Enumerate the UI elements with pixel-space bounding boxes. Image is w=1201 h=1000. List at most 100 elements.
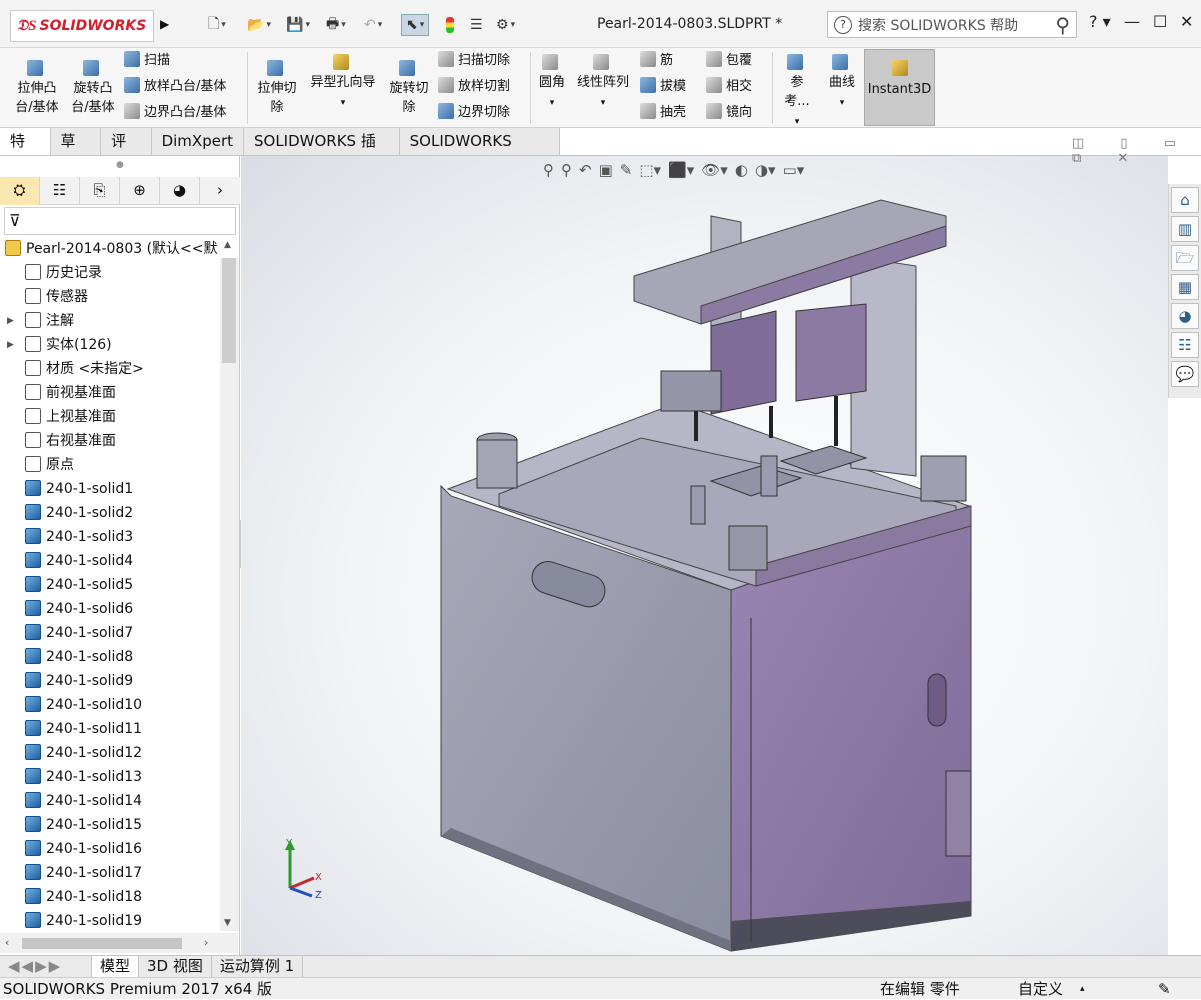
file-properties-icon[interactable]: ☰ (470, 14, 483, 36)
save-button[interactable]: 💾 ▾ (286, 14, 310, 36)
tree-item-history[interactable]: 历史记录 (0, 261, 220, 285)
swept-cut-button[interactable]: 扫描切除 (438, 51, 510, 70)
scroll-up-icon[interactable]: ▲ (224, 240, 231, 250)
scroll-left-icon[interactable]: ‹ (5, 936, 9, 949)
tree-item-solid[interactable]: 240-1-solid8 (0, 645, 220, 669)
tree-filter-input[interactable]: ⊽ (4, 207, 236, 235)
tab-mbd[interactable]: SOLIDWORKS MBD (400, 128, 561, 177)
revolve-cut-button[interactable]: 旋转切除 (386, 60, 432, 117)
tree-item-solid-bodies[interactable]: ▶ 实体(126) (0, 333, 220, 357)
tab-motion-study[interactable]: 运动算例 1 (212, 956, 304, 977)
draft-button[interactable]: 拔模 (640, 77, 686, 96)
tree-item-solid[interactable]: 240-1-solid1 (0, 477, 220, 501)
tree-item-solid[interactable]: 240-1-solid12 (0, 741, 220, 765)
tree-item-origin[interactable]: 原点 (0, 453, 220, 477)
home-icon[interactable]: ⌂ (1171, 187, 1199, 213)
tree-item-plane[interactable]: 前视基准面 (0, 381, 220, 405)
wrap-button[interactable]: 包覆 (706, 51, 752, 70)
extrude-cut-button[interactable]: 拉伸切除 (255, 60, 299, 117)
tab-3d-view[interactable]: 3D 视图 (139, 956, 212, 977)
menu-expand-icon[interactable]: ▶ (160, 17, 169, 31)
display-manager-tab-icon[interactable]: ◕ (160, 177, 200, 205)
tree-item-plane[interactable]: 右视基准面 (0, 429, 220, 453)
new-document-button[interactable]: 🗋 ▾ (208, 14, 226, 36)
tab-evaluate[interactable]: 评估 (101, 128, 152, 177)
tab-scroll-arrows-icon[interactable]: ◀◀▶▶ (0, 956, 92, 977)
boundary-cut-button[interactable]: 边界切除 (438, 103, 510, 122)
maximize-button[interactable]: ☐ (1153, 12, 1167, 31)
tree-item-solid[interactable]: 240-1-solid18 (0, 885, 220, 909)
dropdown-icon[interactable]: ▾ (840, 98, 845, 108)
dropdown-icon[interactable]: ▾ (601, 98, 606, 108)
linear-pattern-button[interactable]: 线性阵列 ▾ (574, 54, 632, 113)
dropdown-icon[interactable]: ▾ (341, 98, 346, 108)
tree-item-solid[interactable]: 240-1-solid13 (0, 765, 220, 789)
panel-grip-icon[interactable]: ● (116, 160, 124, 170)
tree-item-solid[interactable]: 240-1-solid9 (0, 669, 220, 693)
tree-item-solid[interactable]: 240-1-solid4 (0, 549, 220, 573)
reference-geometry-button[interactable]: 参考... ▾ (779, 54, 815, 132)
tree-item-solid[interactable]: 240-1-solid16 (0, 837, 220, 861)
lofted-cut-button[interactable]: 放样切割 (438, 77, 510, 96)
tab-features[interactable]: 特征 (0, 128, 51, 177)
rebuild-status-icon[interactable]: ✎ (1158, 978, 1171, 1000)
boundary-boss-button[interactable]: 边界凸台/基体 (124, 103, 226, 122)
custom-properties-icon[interactable]: ☷ (1171, 332, 1199, 358)
units-selector[interactable]: 自定义 (1018, 978, 1063, 1000)
solidworks-logo[interactable]: 𝔇S SOLIDWORKS (10, 10, 154, 42)
shell-button[interactable]: 抽壳 (640, 103, 686, 122)
units-dropdown-icon[interactable]: ▴ (1080, 978, 1085, 1000)
scroll-down-icon[interactable]: ▼ (224, 918, 231, 928)
tree-item-solid[interactable]: 240-1-solid11 (0, 717, 220, 741)
rib-button[interactable]: 筋 (640, 51, 673, 70)
hole-wizard-button[interactable]: 异型孔向导 ▾ (306, 54, 380, 113)
help-button[interactable]: ? ▾ (1089, 12, 1111, 31)
expand-arrow-icon[interactable]: ▶ (7, 309, 14, 333)
open-button[interactable]: 📂 ▾ (247, 14, 271, 36)
rebuild-icon[interactable] (446, 14, 454, 36)
mirror-button[interactable]: 镜向 (706, 103, 752, 122)
expand-arrow-icon[interactable]: ▶ (7, 333, 14, 357)
tree-item-solid[interactable]: 240-1-solid3 (0, 525, 220, 549)
tree-item-solid[interactable]: 240-1-solid15 (0, 813, 220, 837)
minimize-button[interactable]: — (1124, 12, 1140, 31)
design-library-icon[interactable]: ▥ (1171, 216, 1199, 242)
machine-3d-model[interactable] (241, 156, 1168, 955)
help-search-input[interactable]: ? 搜索 SOLIDWORKS 帮助 ⚲ (827, 11, 1077, 38)
tree-item-material[interactable]: 材质 <未指定> (0, 357, 220, 381)
tree-scroll-thumb[interactable] (222, 258, 236, 363)
feature-tree-tab-icon[interactable]: ⛭ (0, 177, 40, 205)
tree-item-solid[interactable]: 240-1-solid6 (0, 597, 220, 621)
file-explorer-icon[interactable]: 🗁 (1171, 245, 1199, 271)
tab-addins[interactable]: SOLIDWORKS 插件 (244, 128, 400, 177)
dropdown-icon[interactable]: ▾ (550, 98, 555, 108)
tree-item-annotation[interactable]: ▶ 注解 (0, 309, 220, 333)
panel-scroll-right-icon[interactable]: › (200, 177, 240, 205)
view-palette-icon[interactable]: ▦ (1171, 274, 1199, 300)
appearances-icon[interactable]: ◕ (1171, 303, 1199, 329)
print-button[interactable]: 🖶 ▾ (326, 14, 346, 36)
undo-button[interactable]: ↶ ▾ (364, 14, 382, 36)
tree-item-sensor[interactable]: 传感器 (0, 285, 220, 309)
loft-boss-button[interactable]: 放样凸台/基体 (124, 77, 226, 96)
options-gear-icon[interactable]: ⚙ ▾ (496, 14, 515, 36)
dropdown-icon[interactable]: ▾ (795, 117, 800, 127)
tree-hscroll-thumb[interactable] (22, 938, 182, 949)
tree-item-solid[interactable]: 240-1-solid5 (0, 573, 220, 597)
tree-root-part[interactable]: Pearl-2014-0803 (默认<<默 (0, 237, 220, 261)
tree-item-solid[interactable]: 240-1-solid14 (0, 789, 220, 813)
dimxpert-tab-icon[interactable]: ⊕ (120, 177, 160, 205)
fillet-button[interactable]: 圆角 ▾ (537, 54, 567, 113)
intersect-button[interactable]: 相交 (706, 77, 752, 96)
select-button[interactable]: ⬉ ▾ (401, 14, 430, 36)
revolve-boss-button[interactable]: 旋转凸 台/基体 (68, 60, 118, 117)
extrude-boss-button[interactable]: 拉伸凸 台/基体 (12, 60, 62, 117)
sweep-button[interactable]: 扫描 (124, 51, 170, 70)
tree-item-plane[interactable]: 上视基准面 (0, 405, 220, 429)
tree-item-solid[interactable]: 240-1-solid19 (0, 909, 220, 930)
search-icon[interactable]: ⚲ (1055, 13, 1070, 37)
tab-model[interactable]: 模型 (92, 956, 140, 977)
configuration-tab-icon[interactable]: ⎘ (80, 177, 120, 205)
scroll-right-icon[interactable]: › (204, 936, 208, 949)
tab-dimxpert[interactable]: DimXpert (152, 128, 244, 156)
